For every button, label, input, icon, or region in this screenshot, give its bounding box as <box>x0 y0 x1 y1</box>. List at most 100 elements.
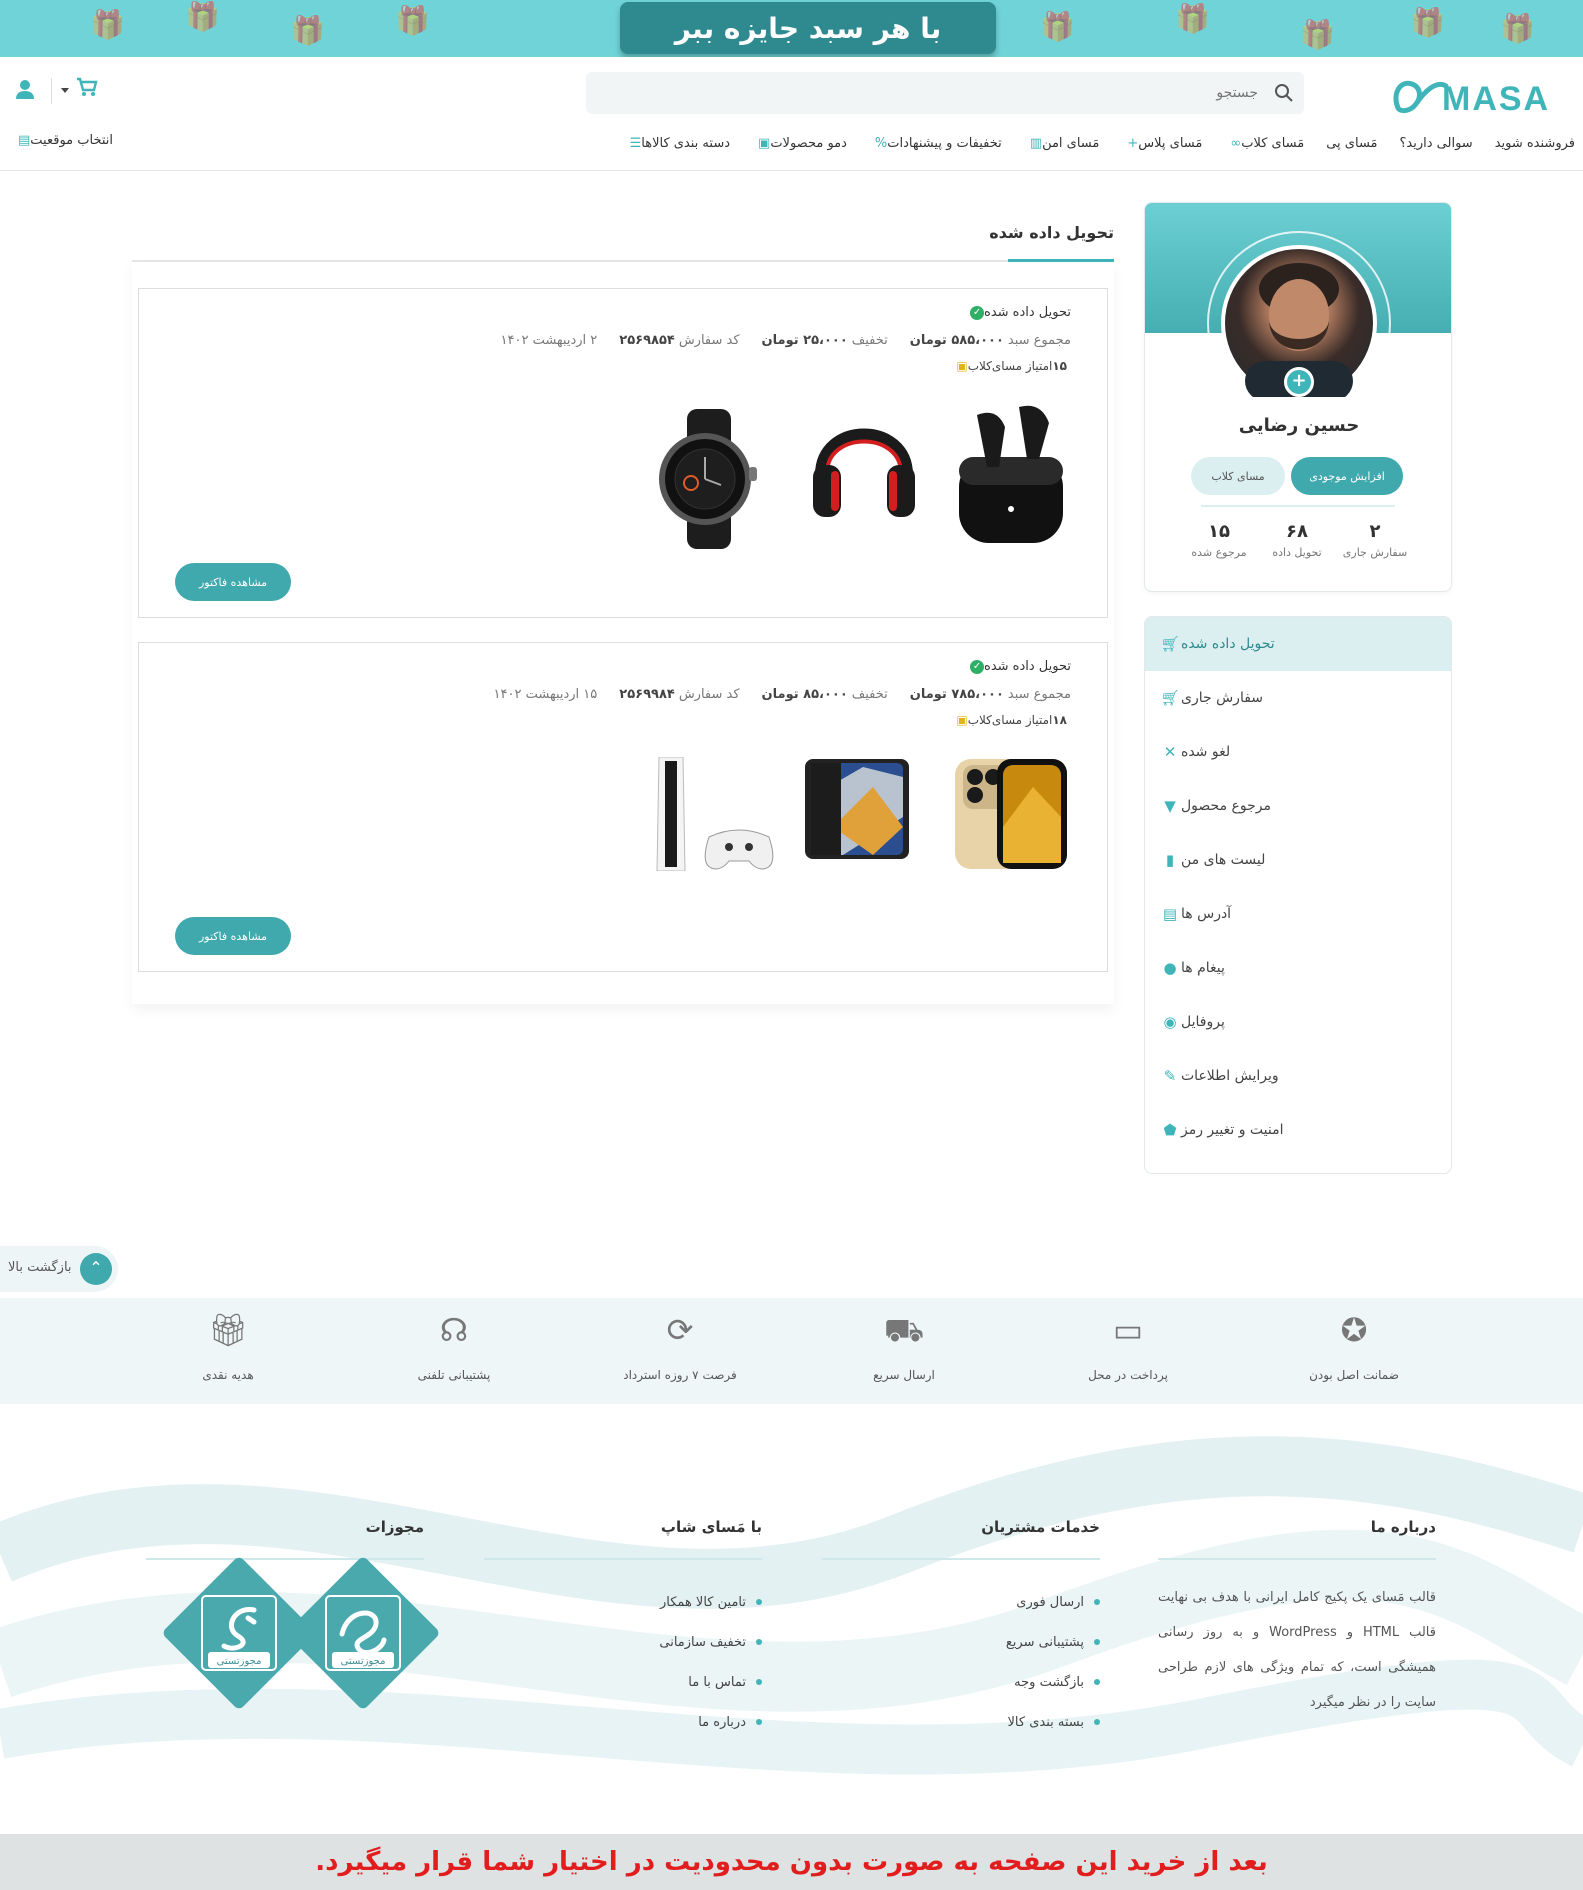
thumbs-down-icon: ▼ <box>1164 797 1176 815</box>
plus-icon: + <box>1127 135 1139 151</box>
nav-categories[interactable]: ☰ دسته بندی کالاها <box>624 136 730 151</box>
gift-icon: 🎁 <box>290 14 325 47</box>
site-logo[interactable]: MASAI <box>1390 72 1550 118</box>
menu-item-cancelled[interactable]: ✕ لغو شده <box>1145 725 1451 779</box>
footer-link-label: ارسال فوری <box>1016 1594 1084 1610</box>
order-code: کد سفارش۲۵۶۹۹۸۴ <box>615 687 739 702</box>
order-discount: تخفیف۸۵،۰۰۰ تومان <box>758 687 888 702</box>
cart-dropdown-chevron-icon[interactable] <box>61 88 69 93</box>
view-invoice-button[interactable]: مشاهده فاکتور <box>175 563 291 601</box>
link-icon: ∞ <box>1230 135 1242 151</box>
nav-masai-plus[interactable]: + مَسای پلاس <box>1121 136 1202 151</box>
score-value: ۱۸ <box>1052 713 1067 727</box>
order-total: مجموع سبد۵۸۵،۰۰۰ تومان <box>906 333 1071 348</box>
search-bar[interactable] <box>586 72 1304 114</box>
back-to-top-label: بازگشت بالا <box>8 1260 72 1275</box>
medal-icon: ✪ <box>1340 1311 1368 1349</box>
order-status: ✓ تحویل داده شده <box>964 659 1071 674</box>
bullet-icon <box>756 1719 762 1725</box>
footer-link[interactable]: تخفیف سازمانی <box>484 1622 762 1662</box>
nav-label: مَسای پی <box>1326 135 1378 151</box>
gift-icon: ▣ <box>956 713 968 727</box>
menu-label: لیست های من <box>1181 852 1266 868</box>
menu-label: پروفایل <box>1181 1014 1225 1030</box>
product-android-phone-image[interactable] <box>803 757 911 861</box>
score-value: ۱۵ <box>1052 359 1067 373</box>
menu-item-addresses[interactable]: ▤ آدرس ها <box>1145 887 1451 941</box>
product-headphones-image[interactable] <box>809 401 919 531</box>
license-badge[interactable]: مجوزتستی <box>285 1555 441 1711</box>
menu-item-my-lists[interactable]: ▮ لیست های من <box>1145 833 1451 887</box>
order-discount-value: ۸۵،۰۰۰ تومان <box>761 687 848 702</box>
badge-text: مجوزتستی <box>217 1656 262 1667</box>
bullet-icon <box>1094 1719 1100 1725</box>
nav-masai-pay[interactable]: مَسای پی <box>1326 136 1377 151</box>
nav-masai-club[interactable]: ∞ مَسای کلاب <box>1224 136 1304 151</box>
film-icon: ▣ <box>758 135 771 151</box>
header-divider <box>51 78 52 104</box>
profile-name: حسین رضایی <box>1238 415 1360 436</box>
menu-item-profile[interactable]: ◉ پروفایل <box>1145 995 1451 1049</box>
features-band: ✪ ضمانت اصل بودن ▭ پرداخت در محل ⛟ ارسال… <box>0 1298 1583 1404</box>
profile-divider <box>1201 505 1395 507</box>
nav-masai-safe[interactable]: ▥ مَسای امن <box>1024 136 1100 151</box>
menu-item-security[interactable]: ⬟ امنیت و تغییر رمز <box>1145 1103 1451 1157</box>
search-input[interactable] <box>618 72 1258 114</box>
logo-mark: MASAI <box>1393 80 1550 118</box>
product-earbuds-image[interactable] <box>951 395 1071 555</box>
building-icon: ▥ <box>1029 135 1043 151</box>
nav-label: مَسای امن <box>1042 135 1100 151</box>
product-iphone-image[interactable] <box>953 757 1069 871</box>
license-badge[interactable]: مجوزتستی <box>161 1555 317 1711</box>
user-icon[interactable] <box>14 78 36 104</box>
back-to-top-button[interactable]: ⌃ بازگشت بالا <box>0 1246 118 1292</box>
footer-link[interactable]: تامین کالا همکار <box>484 1582 762 1622</box>
menu-item-messages[interactable]: ● پیغام ها <box>1145 941 1451 995</box>
menu-item-current-orders[interactable]: 🛒︎ سفارش جاری <box>1145 671 1451 725</box>
search-icon[interactable] <box>1274 83 1294 103</box>
footer-link[interactable]: بسته بندی کالا <box>822 1702 1100 1742</box>
masai-club-button[interactable]: مسای کلاب <box>1191 457 1285 495</box>
chevron-up-icon: ⌃ <box>80 1253 112 1285</box>
gift-icon: 🎁︎ <box>207 1311 249 1349</box>
footer-shop-title: با مَسای شاپ <box>660 1518 762 1536</box>
location-selector[interactable]: ▤ انتخاب موقعیت <box>12 133 113 148</box>
gift-icon: 🎁 <box>395 4 430 37</box>
nav-label: مَسای کلاب <box>1241 135 1305 151</box>
footer-link[interactable]: بازگشت وجه <box>822 1662 1100 1702</box>
product-smartwatch-image[interactable] <box>639 409 769 549</box>
menu-item-delivered[interactable]: 🛒︎ تحویل داده شده <box>1145 617 1451 671</box>
map-icon: ▤ <box>18 133 31 148</box>
footer-link[interactable]: پشتیبانی سریع <box>822 1622 1100 1662</box>
menu-item-returns[interactable]: ▼ مرجوع محصول <box>1145 779 1451 833</box>
view-invoice-button[interactable]: مشاهده فاکتور <box>175 917 291 955</box>
nav-become-seller[interactable]: فروشنده شوید <box>1495 136 1575 151</box>
footer-link[interactable]: درباره ما <box>484 1702 762 1742</box>
product-game-console-image[interactable] <box>639 757 789 871</box>
nav-faq[interactable]: سوالی دارید؟ <box>1400 136 1473 151</box>
change-avatar-button[interactable]: + <box>1284 367 1314 397</box>
nav-label: مَسای پلاس <box>1138 135 1203 151</box>
order-code-value: ۲۵۶۹۹۸۴ <box>619 687 675 702</box>
cart-icon[interactable] <box>76 76 98 104</box>
increase-balance-button[interactable]: افزایش موجودی <box>1291 457 1403 495</box>
order-meta: ۱۵ اردیبهشت ۱۴۰۲ کد سفارش۲۵۶۹۹۸۴ تخفیف۸۵… <box>476 687 1071 702</box>
header-divider-line <box>0 170 1583 171</box>
stat-number: ۶۸ <box>1286 521 1308 542</box>
cart-icon: 🛒︎ <box>1160 689 1180 707</box>
footer-link[interactable]: تماس با ما <box>484 1662 762 1702</box>
order-total-label: مجموع سبد <box>1007 333 1071 348</box>
nav-label: دسته بندی کالاها <box>641 135 731 151</box>
nav-label: تخفیفات و پیشنهادات <box>887 135 1002 151</box>
menu-item-edit-info[interactable]: ✎ ویرایش اطلاعات <box>1145 1049 1451 1103</box>
promo-banner[interactable]: 🎁 🎁 🎁 🎁 🎁 🎁 🎁 🎁 🎁 با هر سبد جایزه ببر <box>0 0 1583 57</box>
footer-shop-list: تامین کالا همکار تخفیف سازمانی تماس با م… <box>484 1582 762 1742</box>
menu-label: امنیت و تغییر رمز <box>1181 1122 1284 1138</box>
footer-link[interactable]: ارسال فوری <box>822 1582 1100 1622</box>
feature-original-guarantee: ✪ ضمانت اصل بودن <box>1264 1298 1444 1404</box>
feature-label: هدیه نقدی <box>202 1368 254 1382</box>
feature-fast-shipping: ⛟ ارسال سریع <box>814 1298 994 1404</box>
nav-discounts[interactable]: % تخفیفات و پیشنهادات <box>869 136 1002 151</box>
nav-demo-products[interactable]: ▣ دمو محصولات <box>752 136 847 151</box>
return-7-icon: ⟳ <box>666 1311 694 1349</box>
